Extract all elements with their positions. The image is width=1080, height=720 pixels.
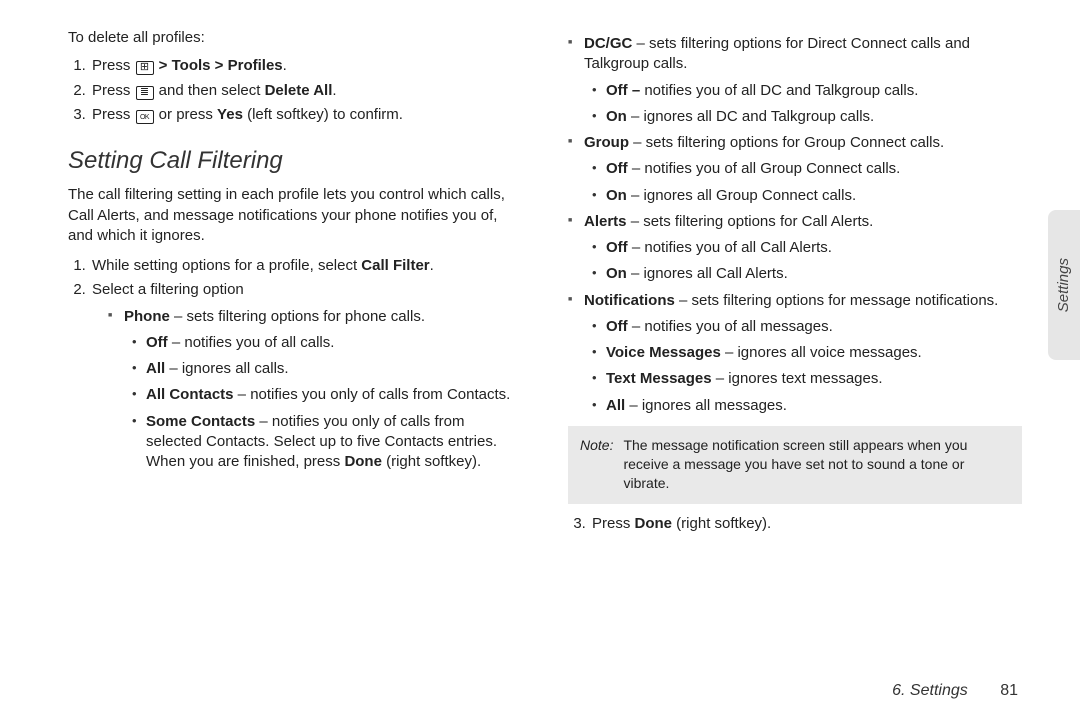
phone-some-contacts: Some Contacts – notifies you only of cal…: [146, 412, 522, 473]
note-box: Note: The message notification screen st…: [568, 426, 1022, 505]
dcgc-option: DC/GC – sets filtering options for Direc…: [584, 34, 1022, 127]
group-off: Off – notifies you of all Group Connect …: [606, 159, 1022, 179]
filter-steps: While setting options for a profile, sel…: [68, 256, 522, 472]
page-content: To delete all profiles: Press > Tools > …: [0, 0, 1080, 567]
group-suboptions: Off – notifies you of all Group Connect …: [584, 159, 1022, 206]
menu-key-icon: [136, 61, 154, 75]
phone-suboptions: Off – notifies you of all calls. All – i…: [124, 333, 522, 473]
phone-options: Phone – sets filtering options for phone…: [92, 307, 522, 473]
group-on: On – ignores all Group Connect calls.: [606, 186, 1022, 206]
section-heading: Setting Call Filtering: [68, 145, 522, 177]
alerts-on: On – ignores all Call Alerts.: [606, 264, 1022, 284]
alerts-option: Alerts – sets filtering options for Call…: [584, 212, 1022, 285]
dcgc-on: On – ignores all DC and Talkgroup calls.: [606, 107, 1022, 127]
notif-voice: Voice Messages – ignores all voice messa…: [606, 343, 1022, 363]
phone-all: All – ignores all calls.: [146, 359, 522, 379]
dcgc-off: Off – notifies you of all DC and Talkgro…: [606, 81, 1022, 101]
notif-off: Off – notifies you of all messages.: [606, 317, 1022, 337]
step-3: Press or press Yes (left softkey) to con…: [90, 105, 522, 125]
notifications-suboptions: Off – notifies you of all messages. Voic…: [584, 317, 1022, 416]
step-2: Press and then select Delete All.: [90, 81, 522, 101]
alerts-suboptions: Off – notifies you of all Call Alerts. O…: [584, 238, 1022, 285]
side-tab-label: Settings: [1054, 258, 1074, 312]
filter-step-1: While setting options for a profile, sel…: [90, 256, 522, 276]
section-body: The call filtering setting in each profi…: [68, 185, 522, 246]
notif-text: Text Messages – ignores text messages.: [606, 369, 1022, 389]
delete-profiles-intro: To delete all profiles:: [68, 28, 522, 48]
filter-step-2: Select a filtering option Phone – sets f…: [90, 280, 522, 472]
options-key-icon: [136, 86, 154, 100]
notif-all: All – ignores all messages.: [606, 396, 1022, 416]
step-3-done: Press Done (right softkey).: [590, 514, 1022, 534]
notifications-option: Notifications – sets filtering options f…: [584, 291, 1022, 416]
group-option: Group – sets filtering options for Group…: [584, 133, 1022, 206]
right-column: DC/GC – sets filtering options for Direc…: [568, 28, 1022, 547]
page-footer: 6. Settings 81: [892, 680, 1018, 702]
footer-page-number: 81: [1000, 682, 1018, 699]
step-1: Press > Tools > Profiles.: [90, 56, 522, 76]
note-label: Note:: [580, 436, 613, 493]
footer-chapter: 6. Settings: [892, 682, 968, 699]
delete-profiles-steps: Press > Tools > Profiles. Press and then…: [68, 56, 522, 125]
alerts-off: Off – notifies you of all Call Alerts.: [606, 238, 1022, 258]
phone-option: Phone – sets filtering options for phone…: [124, 307, 522, 473]
note-text: The message notification screen still ap…: [623, 436, 1010, 493]
phone-all-contacts: All Contacts – notifies you only of call…: [146, 385, 522, 405]
left-column: To delete all profiles: Press > Tools > …: [68, 28, 522, 547]
dcgc-suboptions: Off – notifies you of all DC and Talkgro…: [584, 81, 1022, 128]
final-step: Press Done (right softkey).: [568, 514, 1022, 534]
ok-key-icon: [136, 110, 154, 124]
side-tab: Settings: [1048, 210, 1080, 360]
phone-off: Off – notifies you of all calls.: [146, 333, 522, 353]
right-options: DC/GC – sets filtering options for Direc…: [568, 34, 1022, 416]
